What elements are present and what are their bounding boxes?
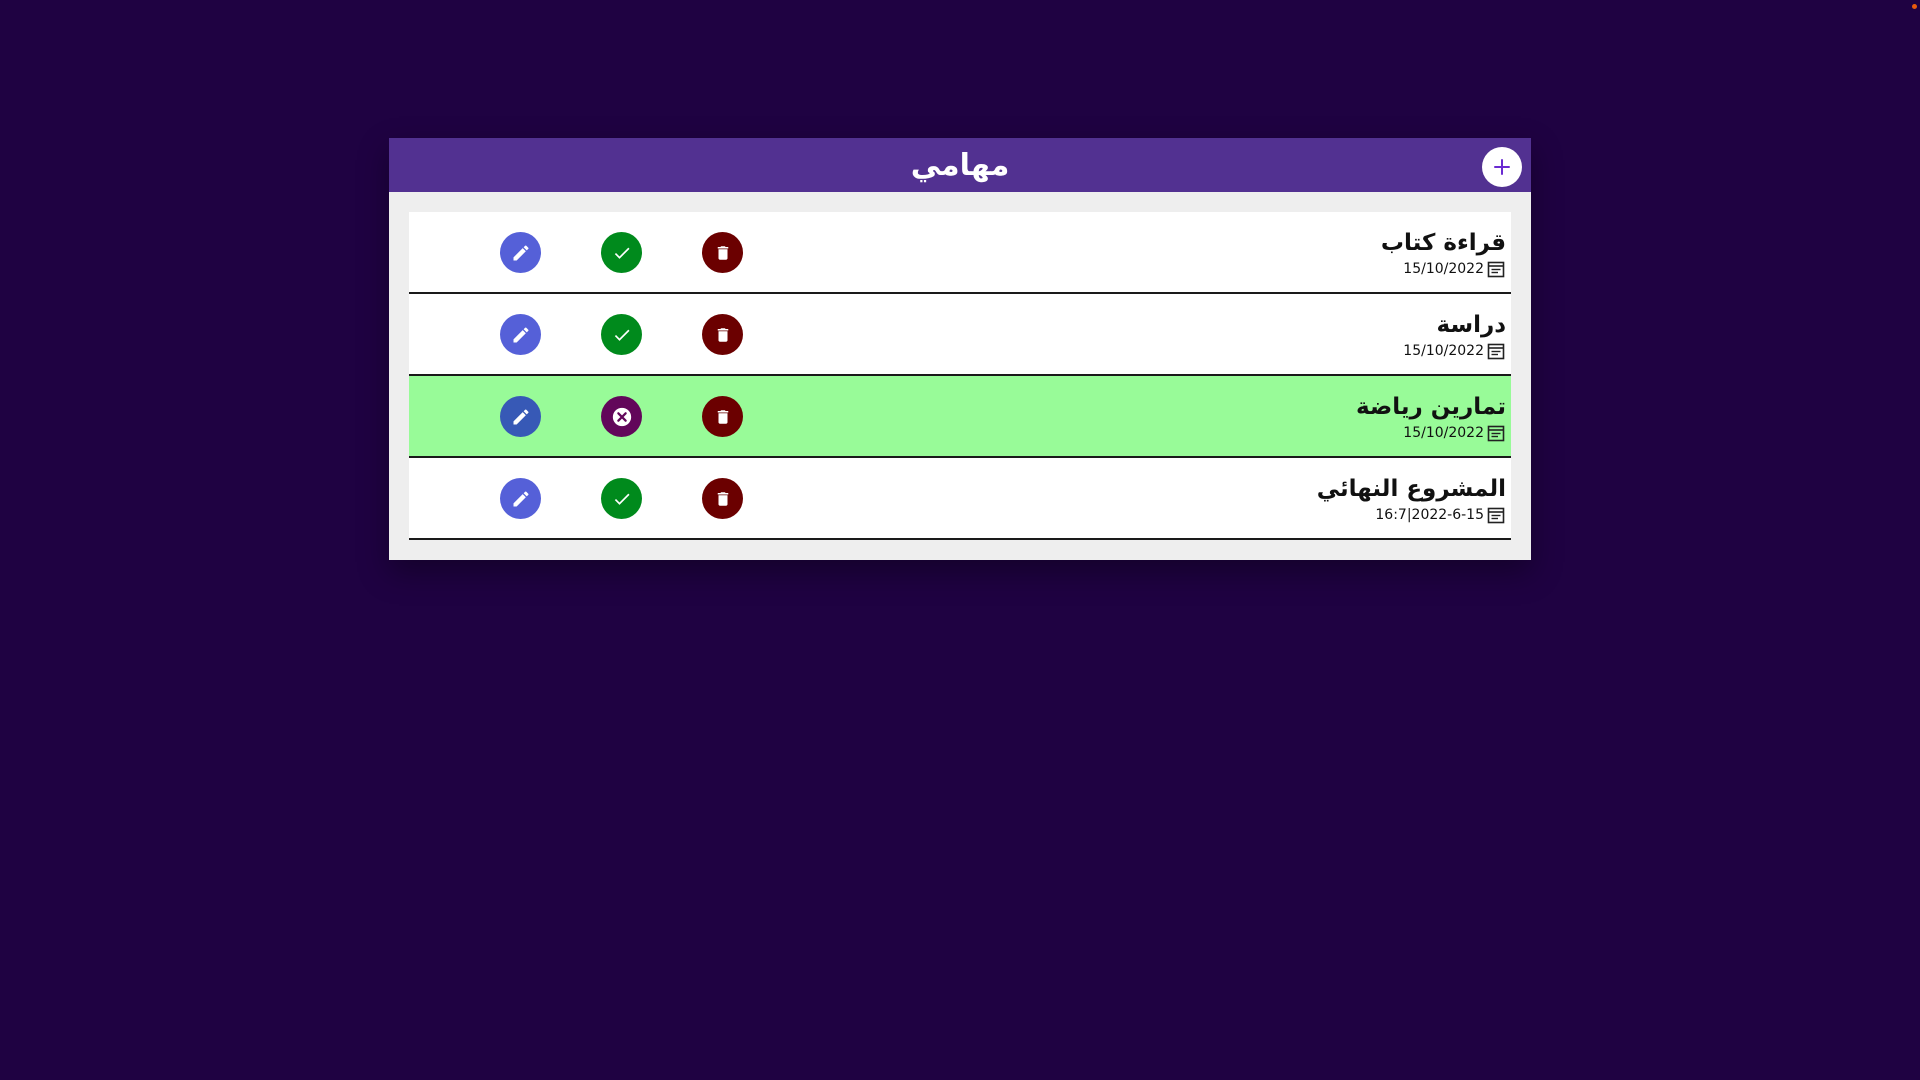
pencil-icon (513, 244, 529, 260)
task-date-text: 16:7|2022-6-15 (1375, 507, 1484, 523)
add-task-button[interactable] (1482, 147, 1522, 187)
task-info: المشروع النهائي 16:7|2022-6-15 (1317, 474, 1506, 525)
task-row-completed: تمارين رياضة 15/10/2022 (409, 376, 1511, 458)
task-date-text: 15/10/2022 (1403, 261, 1484, 277)
pencil-icon (513, 408, 529, 424)
task-date: 15/10/2022 (1356, 423, 1506, 443)
calendar-icon (1487, 425, 1505, 442)
card-header: مهامي (389, 138, 1531, 192)
check-icon (614, 329, 629, 341)
delete-task-button[interactable] (702, 396, 743, 437)
trash-icon (717, 491, 728, 506)
delete-task-button[interactable] (702, 232, 743, 273)
trash-icon (717, 327, 728, 342)
task-date: 16:7|2022-6-15 (1317, 505, 1506, 525)
task-info: قراءة كتاب 15/10/2022 (1381, 228, 1506, 279)
plus-icon (1494, 159, 1510, 175)
task-actions (500, 314, 743, 355)
task-actions (500, 232, 743, 273)
calendar-icon (1487, 343, 1505, 360)
task-row: قراءة كتاب 15/10/2022 (409, 212, 1511, 294)
task-date: 15/10/2022 (1381, 259, 1506, 279)
delete-task-button[interactable] (702, 478, 743, 519)
task-row: دراسة 15/10/2022 (409, 294, 1511, 376)
task-date: 15/10/2022 (1403, 341, 1506, 361)
task-title: قراءة كتاب (1380, 230, 1506, 256)
uncomplete-task-button[interactable] (601, 396, 642, 437)
status-indicator-dot (1912, 4, 1917, 9)
edit-task-button[interactable] (500, 314, 541, 355)
complete-task-button[interactable] (601, 478, 642, 519)
task-title: تمارين رياضة (1356, 394, 1506, 420)
pencil-icon (513, 326, 529, 342)
task-list: قراءة كتاب 15/10/2022 دراسة 15/10/2022 ت… (409, 212, 1511, 540)
trash-icon (717, 245, 728, 260)
task-date-text: 15/10/2022 (1403, 343, 1484, 359)
task-row: المشروع النهائي 16:7|2022-6-15 (409, 458, 1511, 540)
delete-task-button[interactable] (702, 314, 743, 355)
task-actions (500, 396, 743, 437)
task-info: دراسة 15/10/2022 (1403, 310, 1506, 361)
edit-task-button[interactable] (500, 396, 541, 437)
calendar-icon (1487, 507, 1505, 524)
complete-task-button[interactable] (601, 232, 642, 273)
task-info: تمارين رياضة 15/10/2022 (1356, 392, 1506, 443)
close-circle-icon (612, 407, 631, 426)
page-title: مهامي (910, 147, 1010, 183)
calendar-icon (1487, 261, 1505, 278)
tasks-card: مهامي قراءة كتاب 15/10/2022 دراسة 15/10/… (389, 138, 1531, 560)
complete-task-button[interactable] (601, 314, 642, 355)
task-date-text: 15/10/2022 (1403, 425, 1484, 441)
edit-task-button[interactable] (500, 478, 541, 519)
pencil-icon (513, 490, 529, 506)
check-icon (614, 493, 629, 505)
trash-icon (717, 409, 728, 424)
edit-task-button[interactable] (500, 232, 541, 273)
task-title: المشروع النهائي (1316, 476, 1506, 502)
check-icon (614, 247, 629, 259)
task-actions (500, 478, 743, 519)
task-title: دراسة (1436, 312, 1507, 338)
